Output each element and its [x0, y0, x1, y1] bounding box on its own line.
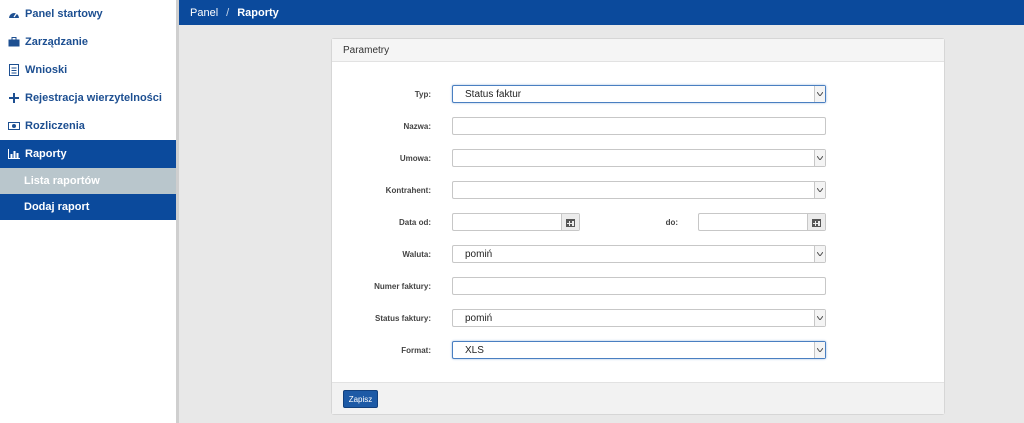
chevron-down-icon[interactable] [814, 310, 825, 326]
sidebar-item-label: Rejestracja wierzytelności [25, 92, 162, 104]
sidebar-item-label: Raporty [25, 148, 67, 160]
kontrahent-select[interactable] [452, 181, 826, 199]
breadcrumb-separator: / [226, 6, 230, 19]
nazwa-input[interactable] [452, 117, 826, 135]
data-do-input[interactable] [698, 213, 826, 231]
plus-icon [8, 92, 20, 104]
chevron-down-icon[interactable] [814, 86, 825, 102]
sidebar-subitem-lista-raportow[interactable]: Lista raportów [0, 168, 176, 194]
chevron-down-icon[interactable] [814, 342, 825, 358]
numer-faktury-input[interactable] [452, 277, 826, 295]
kontrahent-label: Kontrahent: [385, 186, 431, 195]
money-icon [8, 120, 20, 132]
bar-chart-icon [8, 148, 20, 160]
chevron-down-icon[interactable] [814, 182, 825, 198]
format-value: XLS [465, 344, 484, 356]
breadcrumb-current: Raporty [237, 6, 279, 19]
sidebar-item-label: Panel startowy [25, 8, 103, 20]
data-od-input[interactable] [452, 213, 580, 231]
parameters-panel: Parametry Typ: Status faktur Nazwa: Umow… [331, 38, 945, 415]
sidebar-item-rozliczenia[interactable]: Rozliczenia [0, 112, 176, 140]
save-button[interactable]: Zapisz [343, 390, 378, 408]
sidebar-item-panel-startowy[interactable]: Panel startowy [0, 0, 176, 28]
data-do-label: do: [665, 218, 678, 227]
sidebar-item-rejestracja[interactable]: Rejestracja wierzytelności [0, 84, 176, 112]
sidebar-item-raporty[interactable]: Raporty [0, 140, 176, 168]
numer-faktury-label: Numer faktury: [374, 282, 431, 291]
sidebar-subitem-label: Dodaj raport [24, 201, 90, 213]
status-faktury-label: Status faktury: [374, 314, 431, 323]
data-od-label: Data od: [399, 218, 431, 227]
status-faktury-select[interactable]: pomiń [452, 309, 826, 327]
panel-title: Parametry [332, 39, 944, 62]
nazwa-label: Nazwa: [403, 122, 431, 131]
status-faktury-value: pomiń [465, 312, 493, 324]
briefcase-icon [8, 36, 20, 48]
sidebar-item-wnioski[interactable]: Wnioski [0, 56, 176, 84]
sidebar-subitem-label: Lista raportów [24, 175, 100, 187]
chevron-down-icon[interactable] [814, 246, 825, 262]
sidebar-item-label: Wnioski [25, 64, 68, 76]
sidebar-subitem-dodaj-raport[interactable]: Dodaj raport [0, 194, 176, 220]
calendar-icon[interactable] [561, 214, 579, 230]
umowa-select[interactable] [452, 149, 826, 167]
sidebar-item-zarzadzanie[interactable]: Zarządzanie [0, 28, 176, 56]
sidebar-item-label: Zarządzanie [25, 36, 88, 48]
dashboard-icon [8, 8, 20, 20]
chevron-down-icon[interactable] [814, 150, 825, 166]
typ-value: Status faktur [465, 88, 522, 100]
format-label: Format: [401, 346, 431, 355]
waluta-value: pomiń [465, 248, 493, 260]
umowa-label: Umowa: [399, 154, 431, 163]
waluta-label: Waluta: [402, 250, 431, 259]
document-icon [8, 64, 20, 76]
breadcrumb-link-panel[interactable]: Panel [190, 7, 218, 19]
breadcrumb: Panel / Raporty [179, 0, 1024, 25]
panel-footer: Zapisz [332, 382, 944, 414]
typ-label: Typ: [414, 90, 431, 99]
waluta-select[interactable]: pomiń [452, 245, 826, 263]
typ-select[interactable]: Status faktur [452, 85, 826, 103]
sidebar-item-label: Rozliczenia [25, 120, 85, 132]
format-select[interactable]: XLS [452, 341, 826, 359]
calendar-icon[interactable] [807, 214, 825, 230]
sidebar: Panel startowy Zarządzanie Wnioski Rejes… [0, 0, 179, 423]
